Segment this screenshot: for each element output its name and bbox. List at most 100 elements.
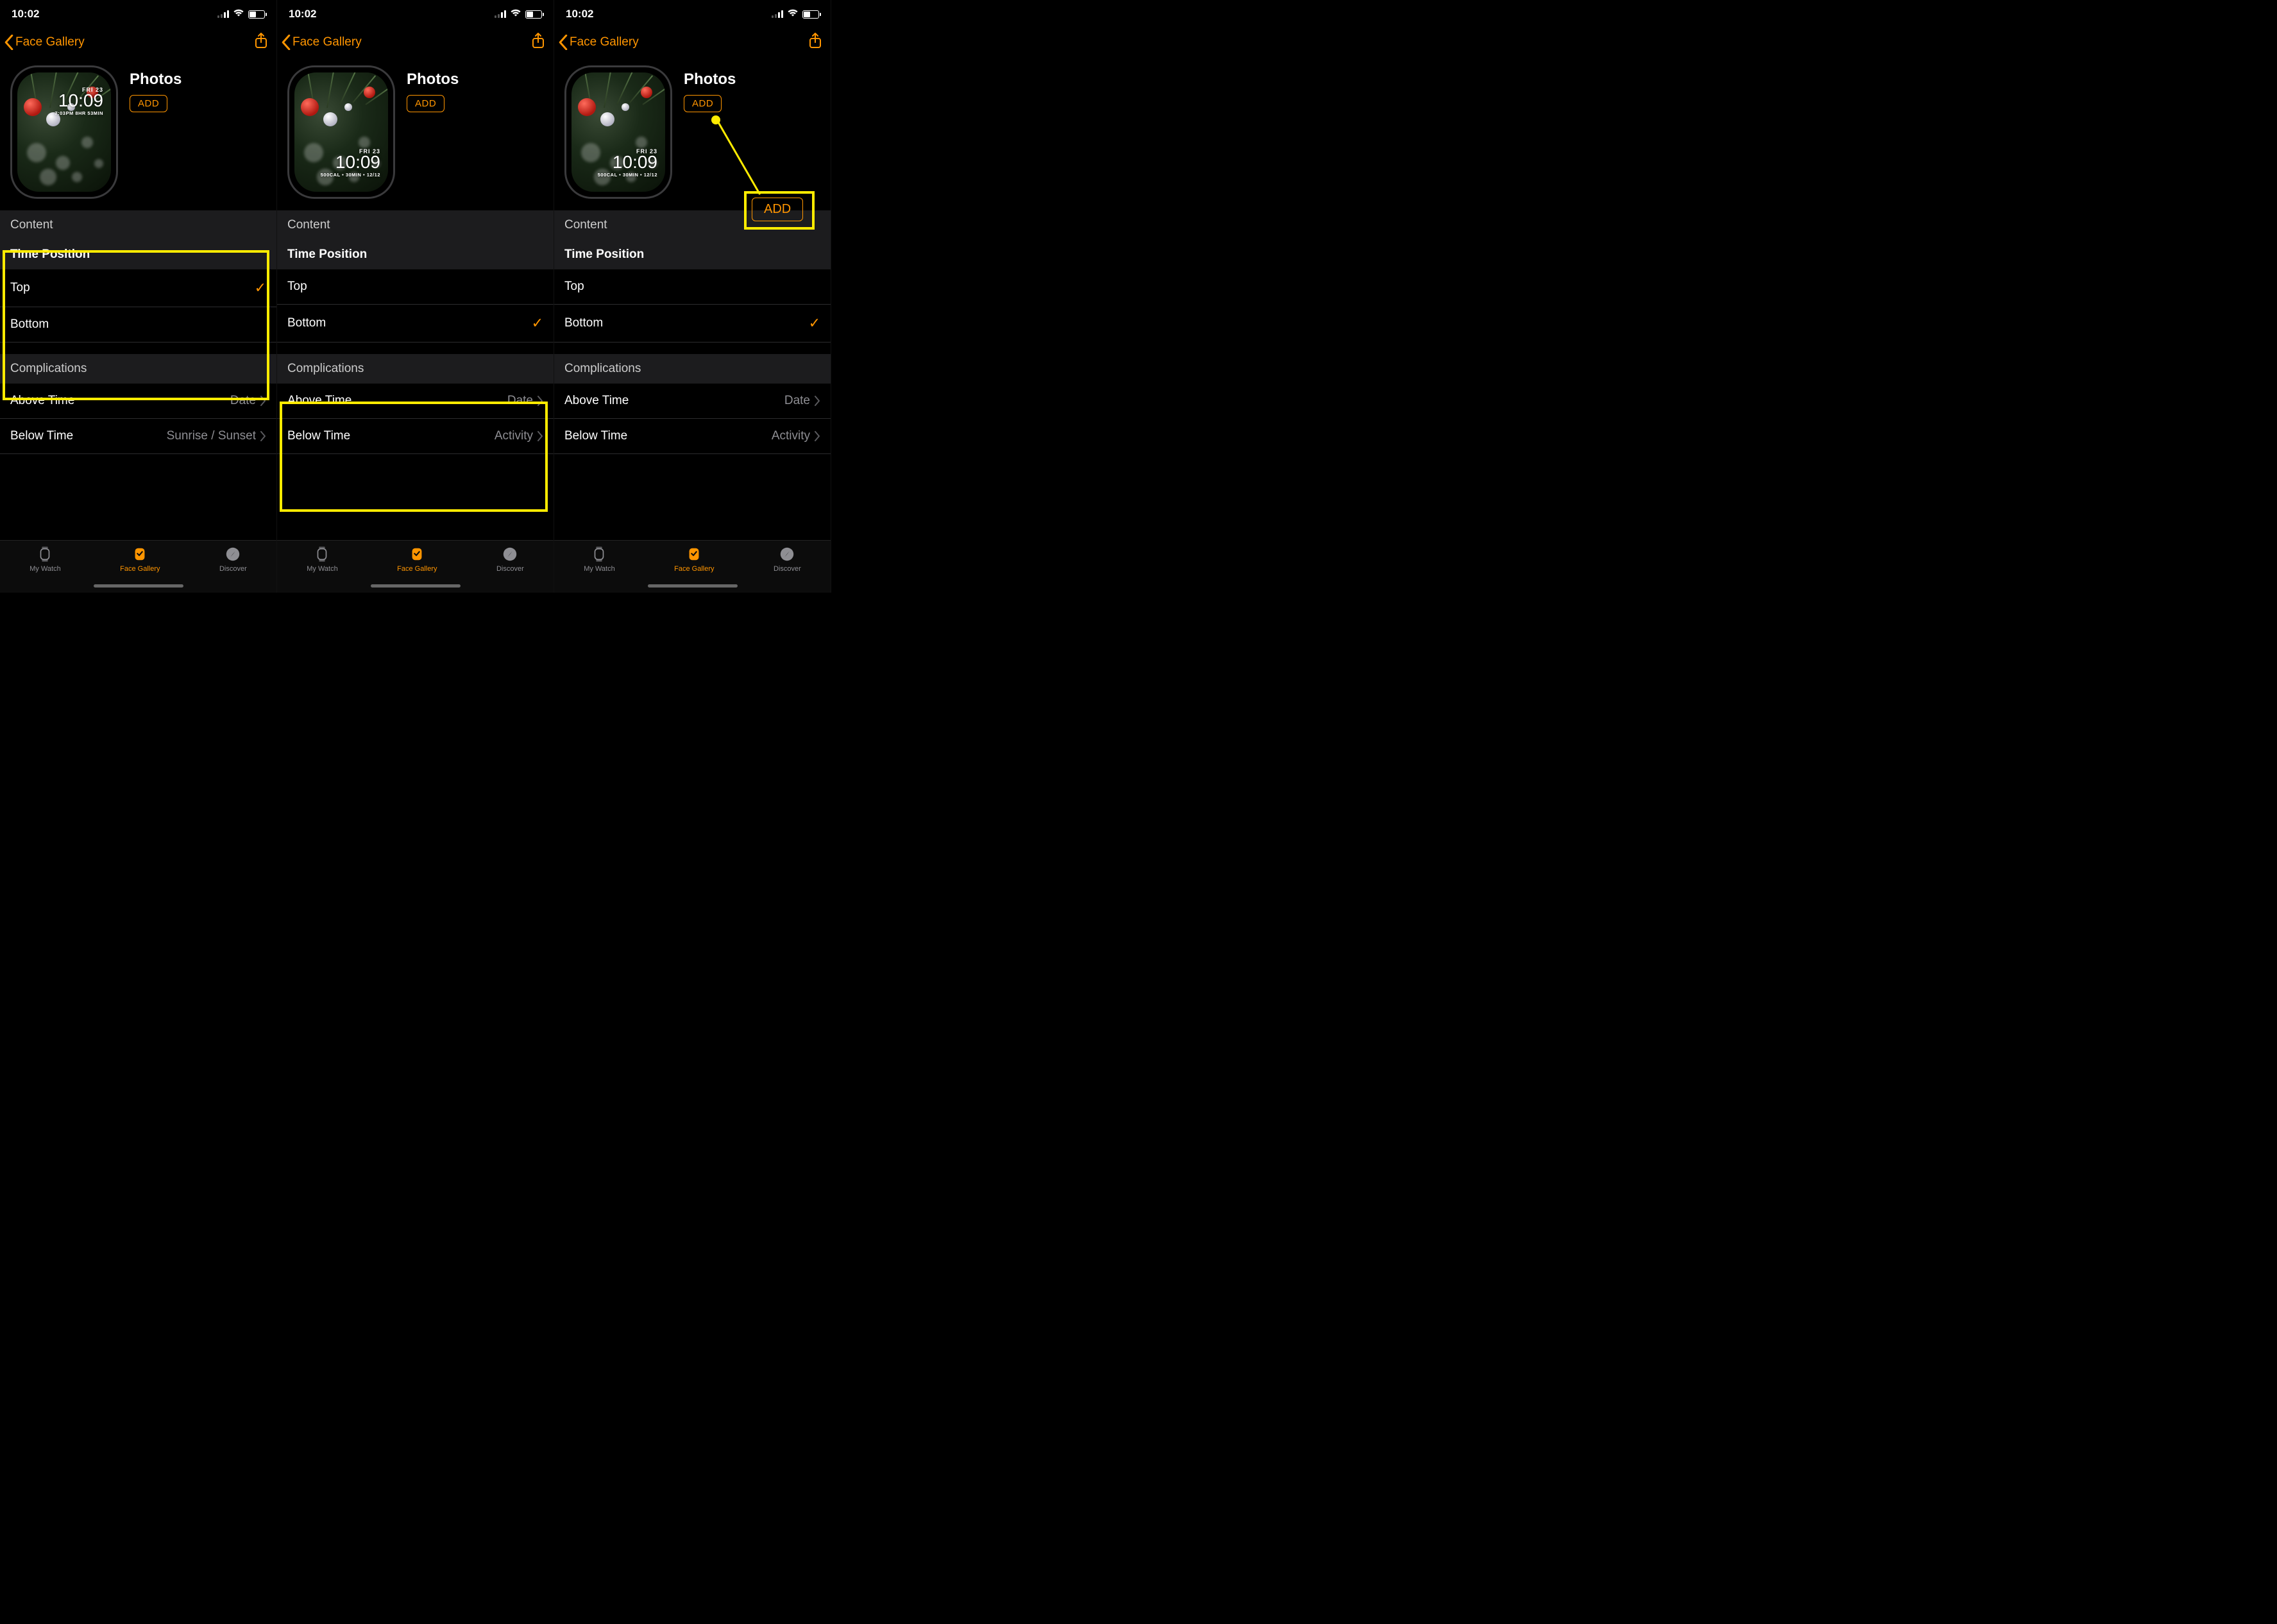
- status-time: 10:02: [566, 8, 593, 21]
- list-row[interactable]: Above Time Date: [554, 384, 831, 419]
- wifi-icon: [233, 8, 244, 21]
- row-label: Top: [10, 281, 30, 295]
- list-row[interactable]: Below Time Sunrise / Sunset: [0, 419, 276, 454]
- tab-face-gallery[interactable]: Face Gallery: [397, 546, 437, 573]
- add-button-large[interactable]: ADD: [752, 198, 803, 221]
- face-preview-row: FRI 23 10:09 500CAL • 30MIN • 12/12 Phot…: [554, 60, 831, 210]
- back-button[interactable]: Face Gallery: [558, 35, 639, 50]
- battery-icon: [248, 10, 265, 19]
- list-row[interactable]: Above Time Date: [277, 384, 554, 419]
- list-row[interactable]: Top: [554, 269, 831, 305]
- watch-time: 10:09: [55, 92, 103, 110]
- back-button[interactable]: Face Gallery: [281, 35, 362, 50]
- list-row[interactable]: Top: [277, 269, 554, 305]
- status-right: [772, 8, 819, 21]
- chevron-right-icon: [537, 431, 543, 441]
- chevron-right-icon: [260, 396, 266, 406]
- tab-label: Discover: [219, 565, 247, 573]
- back-label: Face Gallery: [15, 35, 85, 49]
- list-row[interactable]: Top ✓: [0, 269, 276, 307]
- nav-bar: Face Gallery: [0, 28, 276, 60]
- battery-icon: [525, 10, 542, 19]
- row-label: Above Time: [10, 394, 74, 408]
- tab-label: My Watch: [307, 565, 338, 573]
- tab-label: Face Gallery: [120, 565, 160, 573]
- watch-frame: FRI 23 10:09 500CAL • 30MIN • 12/12: [287, 65, 395, 199]
- section-complications: Complications: [0, 354, 276, 384]
- row-value: Activity: [772, 429, 810, 443]
- signal-icon: [772, 10, 783, 18]
- row-value: Date: [784, 394, 810, 408]
- list-row[interactable]: Bottom ✓: [277, 305, 554, 343]
- add-button[interactable]: ADD: [407, 95, 444, 112]
- list-row[interactable]: Below Time Activity: [277, 419, 554, 454]
- row-label: Above Time: [287, 394, 351, 408]
- tab-my-watch[interactable]: My Watch: [584, 546, 615, 573]
- status-bar: 10:02: [554, 0, 831, 28]
- section-content: Content: [277, 210, 554, 240]
- home-indicator[interactable]: [371, 584, 461, 588]
- row-label: Below Time: [564, 429, 627, 443]
- tab-label: Face Gallery: [674, 565, 714, 573]
- status-time: 10:02: [12, 8, 39, 21]
- row-label: Above Time: [564, 394, 629, 408]
- battery-icon: [802, 10, 819, 19]
- list-row[interactable]: Above Time Date: [0, 384, 276, 419]
- tab-face-gallery[interactable]: Face Gallery: [120, 546, 160, 573]
- watch-time: 10:09: [321, 153, 380, 171]
- status-right: [217, 8, 265, 21]
- back-button[interactable]: Face Gallery: [4, 35, 85, 50]
- chevron-left-icon: [558, 35, 568, 50]
- tab-bar: My Watch Face Gallery Discover: [554, 540, 831, 593]
- section-time-position: Time Position: [277, 240, 554, 269]
- add-button[interactable]: ADD: [684, 95, 722, 112]
- section-content: Content: [0, 210, 276, 240]
- wifi-icon: [510, 8, 521, 21]
- compass-icon: [778, 546, 796, 562]
- share-button[interactable]: [253, 32, 269, 53]
- share-button[interactable]: [530, 32, 546, 53]
- section-complications: Complications: [277, 354, 554, 384]
- gallery-icon: [131, 546, 149, 562]
- tab-label: Face Gallery: [397, 565, 437, 573]
- tab-my-watch[interactable]: My Watch: [30, 546, 61, 573]
- watch-face-image: FRI 23 10:09 500CAL • 30MIN • 12/12: [294, 72, 388, 192]
- watch-frame: FRI 23 10:09 500CAL • 30MIN • 12/12: [564, 65, 672, 199]
- row-value: Activity: [495, 429, 533, 443]
- row-label: Bottom: [564, 316, 603, 330]
- share-icon: [808, 32, 823, 50]
- add-button[interactable]: ADD: [130, 95, 167, 112]
- tab-discover[interactable]: Discover: [496, 546, 524, 573]
- tab-label: Discover: [496, 565, 524, 573]
- chevron-right-icon: [814, 396, 820, 406]
- tab-label: My Watch: [30, 565, 61, 573]
- home-indicator[interactable]: [648, 584, 738, 588]
- back-label: Face Gallery: [292, 35, 362, 49]
- tab-bar: My Watch Face Gallery Discover: [277, 540, 554, 593]
- nav-bar: Face Gallery: [277, 28, 554, 60]
- section-time-position: Time Position: [0, 240, 276, 269]
- list-row[interactable]: Below Time Activity: [554, 419, 831, 454]
- list-row[interactable]: Bottom: [0, 307, 276, 343]
- share-icon: [530, 32, 546, 50]
- chevron-right-icon: [537, 396, 543, 406]
- checkmark-icon: ✓: [809, 315, 820, 332]
- home-indicator[interactable]: [94, 584, 183, 588]
- compass-icon: [224, 546, 242, 562]
- watch-subline: 7:03PM 8HR 53MIN: [55, 110, 103, 116]
- share-button[interactable]: [808, 32, 823, 53]
- signal-icon: [217, 10, 229, 18]
- row-label: Below Time: [287, 429, 350, 443]
- section-complications: Complications: [554, 354, 831, 384]
- tab-my-watch[interactable]: My Watch: [307, 546, 338, 573]
- watch-subline: 500CAL • 30MIN • 12/12: [598, 172, 657, 178]
- tab-face-gallery[interactable]: Face Gallery: [674, 546, 714, 573]
- checkmark-icon: ✓: [532, 315, 543, 332]
- tab-discover[interactable]: Discover: [219, 546, 247, 573]
- face-preview-row: FRI 23 10:09 500CAL • 30MIN • 12/12 Phot…: [277, 60, 554, 210]
- signal-icon: [495, 10, 506, 18]
- tab-discover[interactable]: Discover: [774, 546, 801, 573]
- watch-icon: [590, 546, 608, 562]
- section-time-position: Time Position: [554, 240, 831, 269]
- list-row[interactable]: Bottom ✓: [554, 305, 831, 343]
